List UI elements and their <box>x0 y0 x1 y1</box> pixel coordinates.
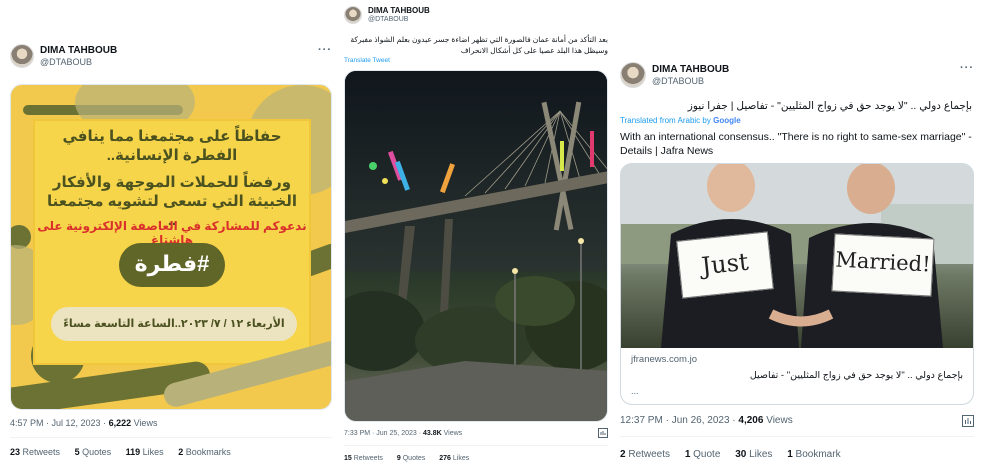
likes-count: 30 <box>735 449 747 460</box>
retweets-stat[interactable]: 23 Retweets <box>10 447 60 457</box>
tweet-2: DIMA TAHBOUB @DTABOUB بعد التأكد من أمان… <box>340 0 612 473</box>
views-count: 4,206 <box>738 415 764 426</box>
retweets-stat[interactable]: 15 Retweets <box>344 455 383 462</box>
tweet-timestamp[interactable]: 7:33 PM · Jun 25, 2023 · 43.8K Views <box>344 430 462 437</box>
likes-label: Likes <box>746 449 773 460</box>
likes-label: Likes <box>140 447 164 457</box>
views-label: Views <box>131 418 158 428</box>
link-card[interactable]: Just Married! jfranews.com.jo بإجماع دول… <box>620 163 974 405</box>
analytics-icon[interactable] <box>962 415 974 427</box>
bridge-photo <box>345 71 607 421</box>
author-name[interactable]: DIMA TAHBOUB <box>368 6 430 15</box>
poster-hashtag: #فطرة <box>134 251 210 276</box>
engagement-stats: 2 Retweets 1 Quote 30 Likes 1 Bookmark <box>620 449 853 460</box>
avatar[interactable] <box>344 6 362 24</box>
quotes-label: Quotes <box>79 447 112 457</box>
likes-stat[interactable]: 119 Likes <box>126 447 164 457</box>
google-logo: Google <box>713 116 741 125</box>
quotes-stat[interactable]: 1 Quote <box>685 449 721 460</box>
time-text[interactable]: 4:57 PM · Jul 12, 2023 · <box>10 418 109 428</box>
tweet-image[interactable] <box>344 70 608 422</box>
likes-count: 119 <box>125 447 141 457</box>
divider <box>344 445 608 446</box>
link-card-domain: jfranews.com.jo <box>631 354 697 365</box>
link-card-title: بإجماع دولي .. "لا يوجد حق في زواج المثل… <box>749 370 963 381</box>
quotes-stat[interactable]: 9 Quotes <box>397 455 425 462</box>
quotes-stat[interactable]: 5 Quotes <box>75 447 112 457</box>
views-count: 43.8K <box>423 430 442 437</box>
views-count: 6,222 <box>108 418 132 428</box>
poster-line-1: حفاظاً على مجتمعنا مما ينافي الفطرة الإن… <box>62 128 282 164</box>
more-options-icon[interactable]: ··· <box>318 44 332 56</box>
author-handle[interactable]: @DTABOUB <box>368 16 408 23</box>
engagement-stats: 23 Retweets 5 Quotes 119 Likes 2 Bookmar… <box>10 447 243 457</box>
retweets-stat[interactable]: 2 Retweets <box>620 449 670 460</box>
avatar[interactable] <box>620 62 646 88</box>
author-handle[interactable]: @DTABOUB <box>40 57 92 67</box>
time-text[interactable]: 12:37 PM · Jun 26, 2023 · <box>620 415 738 426</box>
likes-stat[interactable]: 276 Likes <box>439 455 469 462</box>
tweet-text: بإجماع دولي .. "لا يوجد حق في زواج المثل… <box>687 100 972 112</box>
tweet-timestamp[interactable]: 4:57 PM · Jul 12, 2023 · 6,222 Views <box>10 418 157 428</box>
tweet-translation: With an international consensus.. "There… <box>620 131 972 157</box>
engagement-stats: 15 Retweets 9 Quotes 276 Likes <box>344 455 481 462</box>
divider <box>620 436 974 437</box>
tweet-3: DIMA TAHBOUB @DTABOUB ··· بإجماع دولي ..… <box>612 0 1000 473</box>
author-handle[interactable]: @DTABOUB <box>652 76 704 86</box>
retweets-label: Retweets <box>20 447 61 457</box>
retweets-label: Retweets <box>351 455 383 462</box>
retweets-label: Retweets <box>625 449 671 460</box>
quotes-label: Quote <box>690 449 721 460</box>
likes-label: Likes <box>450 455 470 462</box>
link-card-image: Just Married! <box>621 164 973 348</box>
divider <box>10 437 332 438</box>
translated-from-label: Translated from Arabic by <box>620 116 711 125</box>
likes-stat[interactable]: 30 Likes <box>735 449 772 460</box>
author-name[interactable]: DIMA TAHBOUB <box>40 45 117 56</box>
more-options-icon[interactable]: ··· <box>960 62 974 74</box>
views-label: Views <box>763 415 793 426</box>
retweets-count: 15 <box>344 455 352 462</box>
poster-date: الأربعاء ١٢ / ٧/ ٢٠٢٣..الساعة التاسعة مس… <box>63 318 285 330</box>
time-text[interactable]: 7:33 PM · Jun 25, 2023 · <box>344 430 423 437</box>
tweet-timestamp[interactable]: 12:37 PM · Jun 26, 2023 · 4,206 Views <box>620 415 793 426</box>
retweets-count: 23 <box>10 447 21 457</box>
likes-count: 276 <box>439 455 451 462</box>
tweet-image[interactable]: حفاظاً على مجتمعنا مما ينافي الفطرة الإن… <box>10 84 332 410</box>
avatar[interactable] <box>10 44 34 68</box>
translate-tweet-link[interactable]: Translate Tweet <box>344 57 390 64</box>
bookmarks-label: Bookmarks <box>183 447 231 457</box>
quotes-label: Quotes <box>400 455 426 462</box>
bookmarks-label: Bookmark <box>792 449 841 460</box>
bookmarks-stat[interactable]: 2 Bookmarks <box>178 447 231 457</box>
translation-attribution: Translated from Arabic by Google <box>620 116 741 125</box>
views-label: Views <box>441 430 463 437</box>
tweet-1: DIMA TAHBOUB @DTABOUB ··· حفاظاً على مجت… <box>0 0 340 473</box>
author-name[interactable]: DIMA TAHBOUB <box>652 64 729 75</box>
tweet-text: بعد التأكد من أمانة عمان فالصورة التي تظ… <box>350 35 608 55</box>
bookmarks-stat[interactable]: 1 Bookmark <box>787 449 840 460</box>
analytics-icon[interactable] <box>598 428 608 438</box>
link-card-more: ... <box>631 386 639 396</box>
